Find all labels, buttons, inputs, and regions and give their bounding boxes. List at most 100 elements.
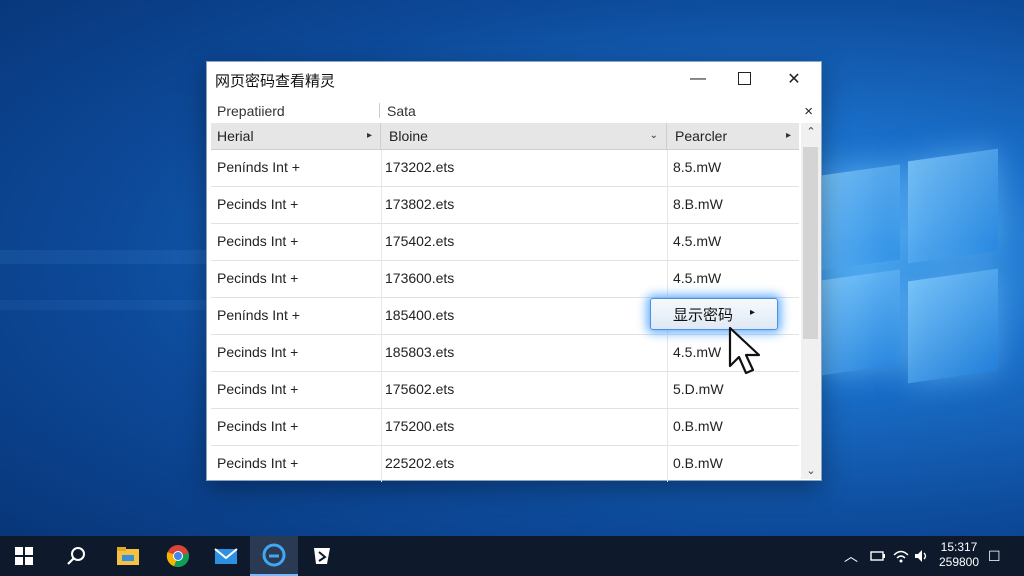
row-data: 175602.ets [385, 381, 455, 397]
row-value: 4.5.mW [673, 270, 722, 286]
notification-icon: ☐ [988, 547, 1001, 564]
divider [381, 298, 382, 334]
divider [667, 187, 668, 223]
row-name: Pecinds Int + [217, 455, 299, 471]
play-arrow-icon: ▸ [749, 307, 755, 318]
divider [381, 335, 382, 371]
column-header-label: Bloine [389, 128, 428, 144]
chevron-right-icon: ▸ [785, 130, 791, 141]
volume-icon[interactable] [914, 536, 930, 576]
app-window: 网页密码查看精灵 — ✕ Prepatiierd Sata × Herial ▸… [206, 61, 822, 482]
row-value: 5.D.mW [673, 381, 724, 397]
divider [381, 446, 382, 482]
row-value: 4.5.mW [673, 344, 722, 360]
column-header-label: Pearcler [675, 128, 728, 144]
divider [667, 224, 668, 260]
minimize-icon: — [690, 69, 706, 87]
divider [381, 187, 382, 223]
search-icon[interactable] [52, 536, 100, 576]
close-button[interactable]: ✕ [771, 62, 817, 95]
divider [667, 446, 668, 482]
row-value: 0.B.mW [673, 455, 723, 471]
row-value: 8.5.mW [673, 159, 722, 175]
row-data: 175402.ets [385, 233, 455, 249]
clock-date: 259800 [938, 555, 980, 569]
row-name: Pecinds Int + [217, 381, 299, 397]
column-header-label: Herial [217, 128, 254, 144]
row-value: 0.B.mW [673, 418, 723, 434]
show-password-label: 显示密码 [673, 306, 734, 324]
divider [381, 372, 382, 408]
maximize-button[interactable] [721, 62, 767, 95]
group-header-row: Prepatiierd Sata × [207, 97, 819, 123]
edge-icon[interactable] [250, 536, 298, 576]
row-data: 175200.ets [385, 418, 455, 434]
windows-start-icon[interactable] [0, 536, 48, 576]
maximize-icon [737, 72, 751, 85]
row-data: 173202.ets [385, 159, 455, 175]
taskbar: ︿ 15:317 259800 ☐ [0, 536, 1024, 576]
notification-center-icon[interactable]: ☐ [988, 536, 1001, 576]
mail-icon[interactable] [202, 536, 250, 576]
chevron-right-icon: ▸ [366, 130, 372, 141]
title-bar[interactable]: 网页密码查看精灵 — ✕ [207, 62, 821, 95]
row-name: Pecinds Int + [217, 196, 299, 212]
column-header-name[interactable]: Herial ▸ [211, 123, 381, 149]
clock-time: 15:317 [940, 540, 978, 554]
divider [381, 409, 382, 445]
divider [667, 261, 668, 297]
panel-close-icon[interactable]: × [804, 103, 813, 120]
close-icon: ✕ [787, 70, 801, 88]
minimize-button[interactable]: — [675, 62, 721, 95]
row-value: 4.5.mW [673, 233, 722, 249]
table-row[interactable]: Pecinds Int + 225202.ets 0.B.mW [211, 446, 799, 482]
system-clock[interactable]: 15:317 259800 [934, 540, 984, 570]
window-title: 网页密码查看精灵 [215, 73, 336, 90]
table-row[interactable]: Pecinds Int + 173802.ets 8.B.mW [211, 187, 799, 224]
group-header-col1: Prepatiierd [217, 103, 285, 119]
group-header-col2: Sata [387, 103, 416, 119]
windows-logo-wallpaper [820, 148, 1000, 384]
row-name: Pecinds Int + [217, 270, 299, 286]
table-row[interactable]: Pecinds Int + 175602.ets 5.D.mW [211, 372, 799, 409]
battery-icon[interactable] [870, 536, 886, 576]
chrome-icon[interactable] [154, 536, 202, 576]
divider [667, 372, 668, 408]
row-data: 173600.ets [385, 270, 455, 286]
row-name: Penínds Int + [217, 307, 300, 323]
row-data: 185400.ets [385, 307, 455, 323]
table-row[interactable]: Pecinds Int + 175200.ets 0.B.mW [211, 409, 799, 446]
row-name: Pecinds Int + [217, 233, 299, 249]
column-header-value[interactable]: Pearcler ▸ [669, 123, 799, 149]
table-row[interactable]: Pecinds Int + 175402.ets 4.5.mW [211, 224, 799, 261]
row-data: 173802.ets [385, 196, 455, 212]
table-row[interactable]: Penínds Int + 173202.ets 8.5.mW [211, 150, 799, 187]
divider [381, 150, 382, 186]
scrollbar-thumb[interactable] [803, 147, 818, 339]
table-header: Herial ▸ Bloine ⌄ Pearcler ▸ [211, 123, 799, 150]
divider [379, 103, 380, 118]
divider [381, 261, 382, 297]
table-row[interactable]: Pecinds Int + 173600.ets 4.5.mW [211, 261, 799, 298]
vertical-scrollbar[interactable]: ⌃ ⌄ [801, 123, 821, 479]
app-icon[interactable] [298, 536, 346, 576]
file-explorer-icon[interactable] [104, 536, 152, 576]
scroll-down-icon[interactable]: ⌄ [801, 464, 821, 477]
row-data: 225202.ets [385, 455, 455, 471]
mouse-cursor-icon [728, 326, 761, 375]
scroll-up-icon[interactable]: ⌃ [801, 125, 821, 138]
divider [667, 335, 668, 371]
row-name: Pecinds Int + [217, 344, 299, 360]
column-header-data[interactable]: Bloine ⌄ [383, 123, 667, 149]
tray-chevron-icon[interactable]: ︿ [844, 536, 858, 576]
row-data: 185803.ets [385, 344, 455, 360]
row-name: Pecinds Int + [217, 418, 299, 434]
divider [667, 150, 668, 186]
row-name: Penínds Int + [217, 159, 300, 175]
network-icon[interactable] [893, 536, 909, 576]
table-row[interactable]: Pecinds Int + 185803.ets 4.5.mW [211, 335, 799, 372]
divider [381, 224, 382, 260]
chevron-down-icon: ⌄ [649, 130, 658, 141]
row-value: 8.B.mW [673, 196, 723, 212]
chevron-up-icon: ︿ [844, 548, 858, 564]
